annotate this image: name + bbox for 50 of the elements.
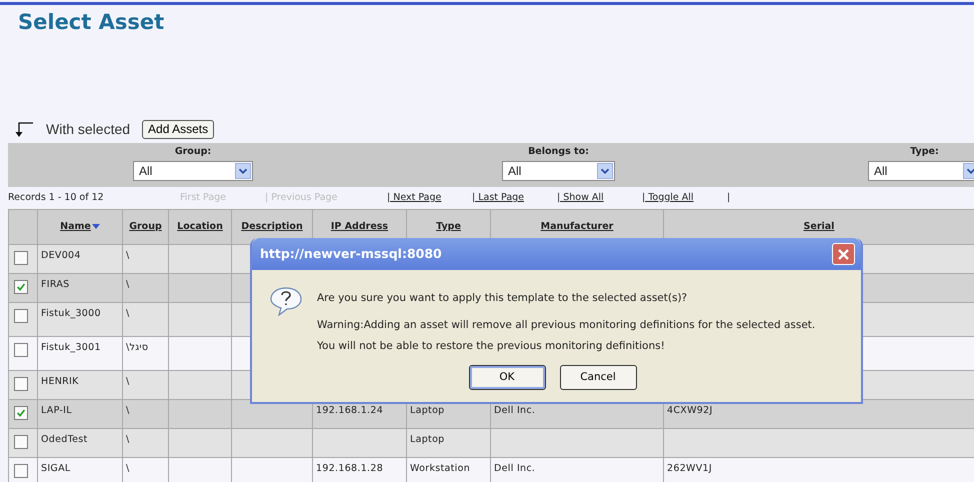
table-cell: \ <box>126 250 130 261</box>
filter-label: Belongs to: <box>528 145 589 159</box>
dialog-button[interactable]: Cancel <box>560 365 636 390</box>
table-cell: SIGAL <box>41 463 70 474</box>
table-cell: \סיגל <box>126 342 148 353</box>
table-cell: Dell Inc. <box>494 405 536 416</box>
pager-link[interactable]: | Last Page <box>472 190 524 206</box>
table-cell: Workstation <box>410 463 470 474</box>
table-cell: 4CXW92J <box>667 405 713 416</box>
table-cell: 192.168.1.28 <box>316 463 384 474</box>
table-cell: \ <box>126 434 130 445</box>
column-header[interactable]: Manufacturer <box>540 220 614 232</box>
table-cell: OdedTest <box>41 434 88 445</box>
filter-select[interactable]: All <box>868 161 974 182</box>
table-cell: 192.168.1.24 <box>316 405 384 416</box>
dialog-warning: You will not be able to restore the previous monitoring definitions! <box>317 338 666 354</box>
column-header[interactable]: Type <box>436 220 461 232</box>
filter-label: Group: <box>174 145 212 159</box>
filter-label: Type: <box>910 145 939 159</box>
filter-select[interactable]: All <box>502 161 615 182</box>
dialog-message: Are you sure you want to apply this template to the selected asset(s)? <box>317 291 688 306</box>
pager-link[interactable]: | Toggle All <box>642 190 694 206</box>
table-cell: FIRAS <box>41 279 70 290</box>
dialog-warning: Warning:Adding an asset will remove all previous monitoring definitions for the selected asset. <box>317 318 816 333</box>
bulk-action-label: With selected <box>46 120 130 138</box>
dialog-title: http://newver-mssql:8080 <box>260 244 442 263</box>
pager-link[interactable]: | Next Page <box>387 190 442 206</box>
add-assets-button[interactable]: Add Assets <box>142 120 214 138</box>
table-cell: Dell Inc. <box>494 463 536 474</box>
table-cell: 262WV1J <box>667 463 712 474</box>
pager-separator: | <box>727 190 730 205</box>
table-cell: \ <box>126 308 130 319</box>
table-cell: \ <box>126 376 130 387</box>
table-cell: \ <box>126 463 130 474</box>
table-cell: LAP-IL <box>41 405 72 416</box>
filter-select[interactable]: All <box>133 161 253 182</box>
column-header[interactable]: Name <box>60 220 100 232</box>
dialog-button[interactable]: OK <box>468 365 546 390</box>
table-cell: \ <box>126 279 130 290</box>
table-cell: Fistuk_3001 <box>41 342 101 353</box>
table-cell: Fistuk_3000 <box>41 308 101 319</box>
pager-link[interactable]: | Show All <box>557 190 604 206</box>
table-cell: DEV004 <box>41 250 81 261</box>
table-cell: HENRIK <box>41 376 79 387</box>
table-cell: Laptop <box>410 434 445 445</box>
page-title: Select Asset <box>18 9 166 36</box>
table-cell: Laptop <box>410 405 445 416</box>
column-header[interactable]: Serial <box>804 220 834 232</box>
table-cell: \ <box>126 405 130 416</box>
records-count: Records 1 - 10 of 12 <box>8 190 104 205</box>
